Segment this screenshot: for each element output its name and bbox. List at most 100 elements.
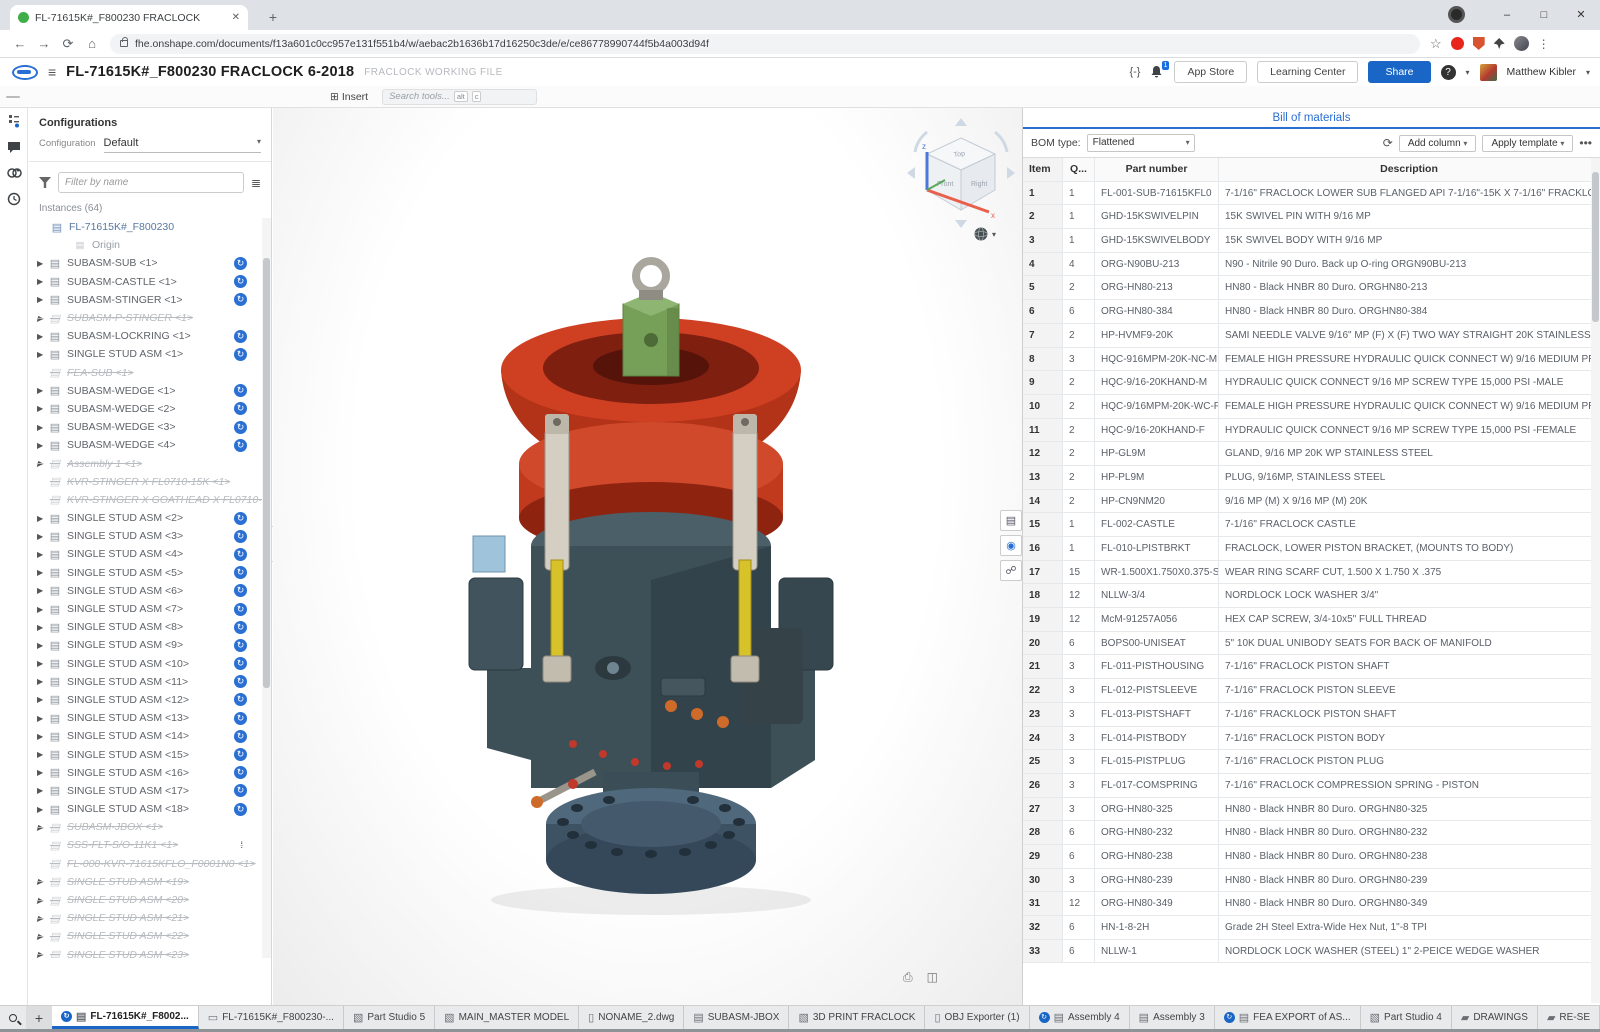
tree-item[interactable]: ▶ ▤ SINGLE STUD ASM <11> ↻ ⁞ — [29, 673, 271, 691]
bom-row[interactable]: 27 3 ORG-HN80-325 HN80 - Black HNBR 80 D… — [1023, 798, 1600, 822]
home-icon[interactable]: ⌂ — [80, 36, 104, 51]
bom-row[interactable]: 9 2 HQC-9/16-20KHAND-M HYDRAULIC QUICK C… — [1023, 371, 1600, 395]
configuration-select[interactable]: Default — [104, 137, 261, 153]
expand-arrow-icon[interactable]: ▶ — [37, 805, 48, 814]
expand-arrow-icon[interactable]: ▶ — [37, 677, 48, 686]
document-tab[interactable]: ↻ ▤ FL-71615K#_F8002... — [52, 1006, 199, 1029]
model-tree-panel-icon[interactable] — [0, 108, 28, 134]
tree-item[interactable]: ▶ ▤ SINGLE STUD ASM <19> ↻ ⁞ — [29, 873, 271, 891]
configured-icon[interactable]: ↻ — [234, 421, 247, 434]
document-tab[interactable]: ↻ ▤ FEA EXPORT of AS... — [1215, 1006, 1361, 1029]
configured-icon[interactable]: ↻ — [234, 748, 247, 761]
extension-pin-icon[interactable] — [1494, 38, 1505, 49]
expand-arrow-icon[interactable]: ▶ — [37, 514, 48, 523]
expand-arrow-icon[interactable]: ▶ — [37, 332, 48, 341]
configured-icon[interactable]: ↻ — [234, 784, 247, 797]
bom-row[interactable]: 11 2 HQC-9/16-20KHAND-F HYDRAULIC QUICK … — [1023, 419, 1600, 443]
tree-item[interactable]: ▶ ▤ SUBASM-LOCKRING <1> ↻ ⁞ — [29, 327, 271, 345]
tree-item[interactable]: ▶ ▤ SUBASM-STINGER <1> ↻ ⁞ — [29, 291, 271, 309]
tab-search-button[interactable] — [0, 1006, 26, 1029]
filter-by-name-input[interactable]: Filter by name — [58, 172, 244, 193]
bom-row[interactable]: 17 15 WR-1.500X1.750X0.375-SC WEAR RING … — [1023, 561, 1600, 585]
add-column-button[interactable]: Add column ▾ — [1399, 135, 1477, 152]
tree-item[interactable]: ▶ ▤ SINGLE STUD ASM <16> ↻ ⁞ — [29, 764, 271, 782]
expand-arrow-icon[interactable]: ▶ — [37, 877, 48, 886]
bom-scrollbar[interactable] — [1591, 158, 1600, 1003]
bom-row[interactable]: 22 3 FL-012-PISTSLEEVE 7-1/16" FRACLOCK … — [1023, 679, 1600, 703]
document-tab[interactable]: ↻ ▰ RE-SE — [1538, 1006, 1600, 1029]
expand-arrow-icon[interactable]: ▶ — [37, 459, 48, 468]
bom-row[interactable]: 31 12 ORG-HN80-349 HN80 - Black HNBR 80 … — [1023, 892, 1600, 916]
share-button[interactable]: Share — [1368, 61, 1430, 83]
configured-icon[interactable]: ↻ — [234, 512, 247, 525]
bom-row[interactable]: 18 12 NLLW-3/4 NORDLOCK LOCK WASHER 3/4" — [1023, 584, 1600, 608]
export-icon[interactable]: ⎙ — [903, 970, 913, 985]
bom-row[interactable]: 32 6 HN-1-8-2H Grade 2H Steel Extra-Wide… — [1023, 916, 1600, 940]
tree-item[interactable]: ▶ ▤ SINGLE STUD ASM <18> ↻ ⁞ — [29, 800, 271, 818]
close-tab-icon[interactable]: ✕ — [232, 12, 240, 23]
forward-icon[interactable]: → — [32, 36, 56, 51]
bom-row[interactable]: 8 3 HQC-916MPM-20K-NC-M FEMALE HIGH PRES… — [1023, 348, 1600, 372]
document-tab[interactable]: ↻ ▯ NONAME_2.dwg — [579, 1006, 684, 1029]
expand-arrow-icon[interactable]: ▶ — [37, 786, 48, 795]
bom-row[interactable]: 26 3 FL-017-COMSPRING 7-1/16" FRACLOCK C… — [1023, 774, 1600, 798]
expand-arrow-icon[interactable]: ▶ — [37, 732, 48, 741]
tree-item[interactable]: ▶ ▤ SINGLE STUD ASM <17> ↻ ⁞ — [29, 782, 271, 800]
help-icon[interactable]: ? — [1441, 65, 1456, 80]
bom-row[interactable]: 33 6 NLLW-1 NORDLOCK LOCK WASHER (STEEL)… — [1023, 940, 1600, 964]
bom-refresh-icon[interactable]: ⟳ — [1383, 136, 1393, 150]
bom-row[interactable]: 14 2 HP-CN9NM20 9/16 MP (M) X 9/16 MP (M… — [1023, 490, 1600, 514]
expand-arrow-icon[interactable]: ▶ — [37, 259, 48, 268]
configured-icon[interactable]: ↻ — [234, 293, 247, 306]
tree-item[interactable]: ▶ ▤ Origin ↻ ⁞ — [29, 236, 271, 254]
bom-flyout-icon[interactable]: ▤ — [1000, 510, 1022, 531]
expand-arrow-icon[interactable]: ▶ — [37, 768, 48, 777]
bom-row[interactable]: 2 1 GHD-15KSWIVELPIN 15K SWIVEL PIN WITH… — [1023, 205, 1600, 229]
tree-item[interactable]: ▶ ▤ SUBASM-WEDGE <2> ↻ ⁞ — [29, 400, 271, 418]
configured-icon[interactable]: ↻ — [234, 712, 247, 725]
bom-row[interactable]: 15 1 FL-002-CASTLE 7-1/16" FRACLOCK CAST… — [1023, 513, 1600, 537]
tree-item[interactable]: ▶ ▤ SINGLE STUD ASM <8> ↻ ⁞ — [29, 618, 271, 636]
tree-item[interactable]: ▶ ▤ SINGLE STUD ASM <21> ↻ ⁞ — [29, 909, 271, 927]
extension-shield-icon[interactable] — [1473, 37, 1485, 50]
tree-item[interactable]: ▶ ▤ SUBASM-WEDGE <1> ↻ ⁞ — [29, 382, 271, 400]
expand-arrow-icon[interactable]: ▶ — [37, 386, 48, 395]
expand-arrow-icon[interactable]: ▶ — [37, 441, 48, 450]
tree-item[interactable]: ▶ ▤ SINGLE STUD ASM <1> ↻ ⁞ — [29, 345, 271, 363]
notifications-bell-icon[interactable]: 1 — [1150, 65, 1164, 79]
tree-item[interactable]: ▶ ▤ SINGLE STUD ASM <22> ↻ ⁞ — [29, 927, 271, 945]
search-tools-input[interactable]: Search tools... alt c — [382, 89, 537, 105]
tree-item[interactable]: ▶ ▤ SUBASM-CASTLE <1> ↻ ⁞ — [29, 273, 271, 291]
extension-opera-icon[interactable] — [1451, 37, 1464, 50]
bom-row[interactable]: 25 3 FL-015-PISTPLUG 7-1/16" FRACLOCK PI… — [1023, 750, 1600, 774]
configured-icon[interactable]: ↻ — [234, 621, 247, 634]
onshape-logo-icon[interactable] — [12, 65, 38, 80]
configured-icon[interactable]: ↻ — [234, 566, 247, 579]
tree-item[interactable]: ▶ ▤ SINGLE STUD ASM <20> ↻ ⁞ — [29, 891, 271, 909]
document-menu-icon[interactable]: ≡ — [48, 64, 56, 80]
share-flyout-icon[interactable]: ☍ — [1000, 560, 1022, 581]
bom-more-icon[interactable]: ••• — [1579, 136, 1592, 150]
tree-item[interactable]: ▶ ▤ SINGLE STUD ASM <23> ↻ ⁞ — [29, 946, 271, 959]
configured-icon[interactable]: ↻ — [234, 803, 247, 816]
versions-panel-icon[interactable] — [0, 186, 28, 212]
item-menu-icon[interactable]: ⁞ — [240, 840, 243, 850]
back-icon[interactable]: ← — [8, 36, 32, 51]
learning-center-button[interactable]: Learning Center — [1257, 61, 1358, 83]
expand-arrow-icon[interactable]: ▶ — [37, 750, 48, 759]
document-tab[interactable]: ↻ ▧ Part Studio 4 — [1361, 1006, 1452, 1029]
tree-item[interactable]: ▶ ▤ SINGLE STUD ASM <14> ↻ ⁞ — [29, 727, 271, 745]
tree-item[interactable]: ▶ ▤ SINGLE STUD ASM <5> ↻ ⁞ — [29, 564, 271, 582]
tree-item[interactable]: ▶ ▤ Assembly 1 <1> ↻ ⁞ — [29, 454, 271, 472]
document-tab[interactable]: ↻ ▰ DRAWINGS — [1452, 1006, 1538, 1029]
tree-item[interactable]: ▶ ▤ FL-000-KVR-71615KFLO_F0001N0 <1> ↻ ⁞ — [29, 855, 271, 873]
configured-icon[interactable]: ↻ — [234, 275, 247, 288]
expand-arrow-icon[interactable]: ▶ — [37, 350, 48, 359]
document-tab[interactable]: ↻ ▯ OBJ Exporter (1) — [925, 1006, 1029, 1029]
document-tab[interactable]: ↻ ▧ MAIN_MASTER MODEL — [435, 1006, 579, 1029]
minimize-button[interactable]: – — [1490, 0, 1524, 30]
bom-row[interactable]: 4 4 ORG-N90BU-213 N90 - Nitrile 90 Duro.… — [1023, 253, 1600, 277]
tree-item[interactable]: ▶ ▤ SUBASM-JBOX <1> ↻ ⁞ — [29, 818, 271, 836]
tree-item[interactable]: ▶ ▤ SINGLE STUD ASM <9> ↻ ⁞ — [29, 636, 271, 654]
bom-scroll-thumb[interactable] — [1592, 172, 1599, 322]
